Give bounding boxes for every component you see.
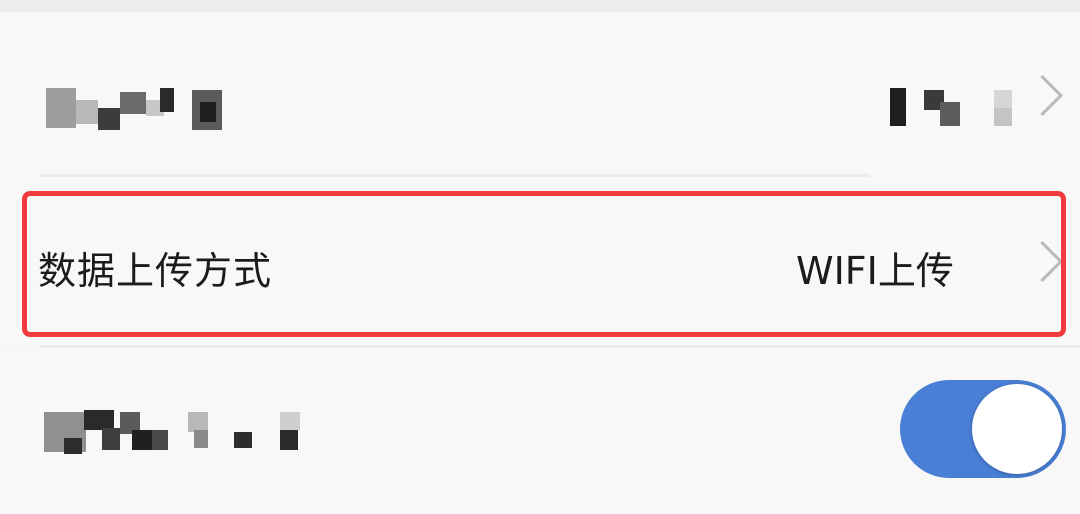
data-upload-method-label: 数据上传方式 — [38, 249, 273, 293]
settings-screen: 数据上传方式 WIFI上传 — [0, 0, 1080, 514]
setting-row-obscured-1[interactable] — [0, 12, 1080, 182]
chevron-right-icon — [1021, 240, 1064, 283]
toggle-switch[interactable] — [900, 380, 1066, 478]
top-divider — [0, 0, 1080, 12]
data-upload-method-value: WIFI上传 — [796, 249, 954, 293]
toggle-knob — [972, 384, 1062, 474]
setting-row-data-upload-method[interactable]: 数据上传方式 WIFI上传 — [0, 186, 1080, 344]
chevron-right-icon — [1021, 74, 1064, 117]
row-divider — [40, 174, 870, 177]
